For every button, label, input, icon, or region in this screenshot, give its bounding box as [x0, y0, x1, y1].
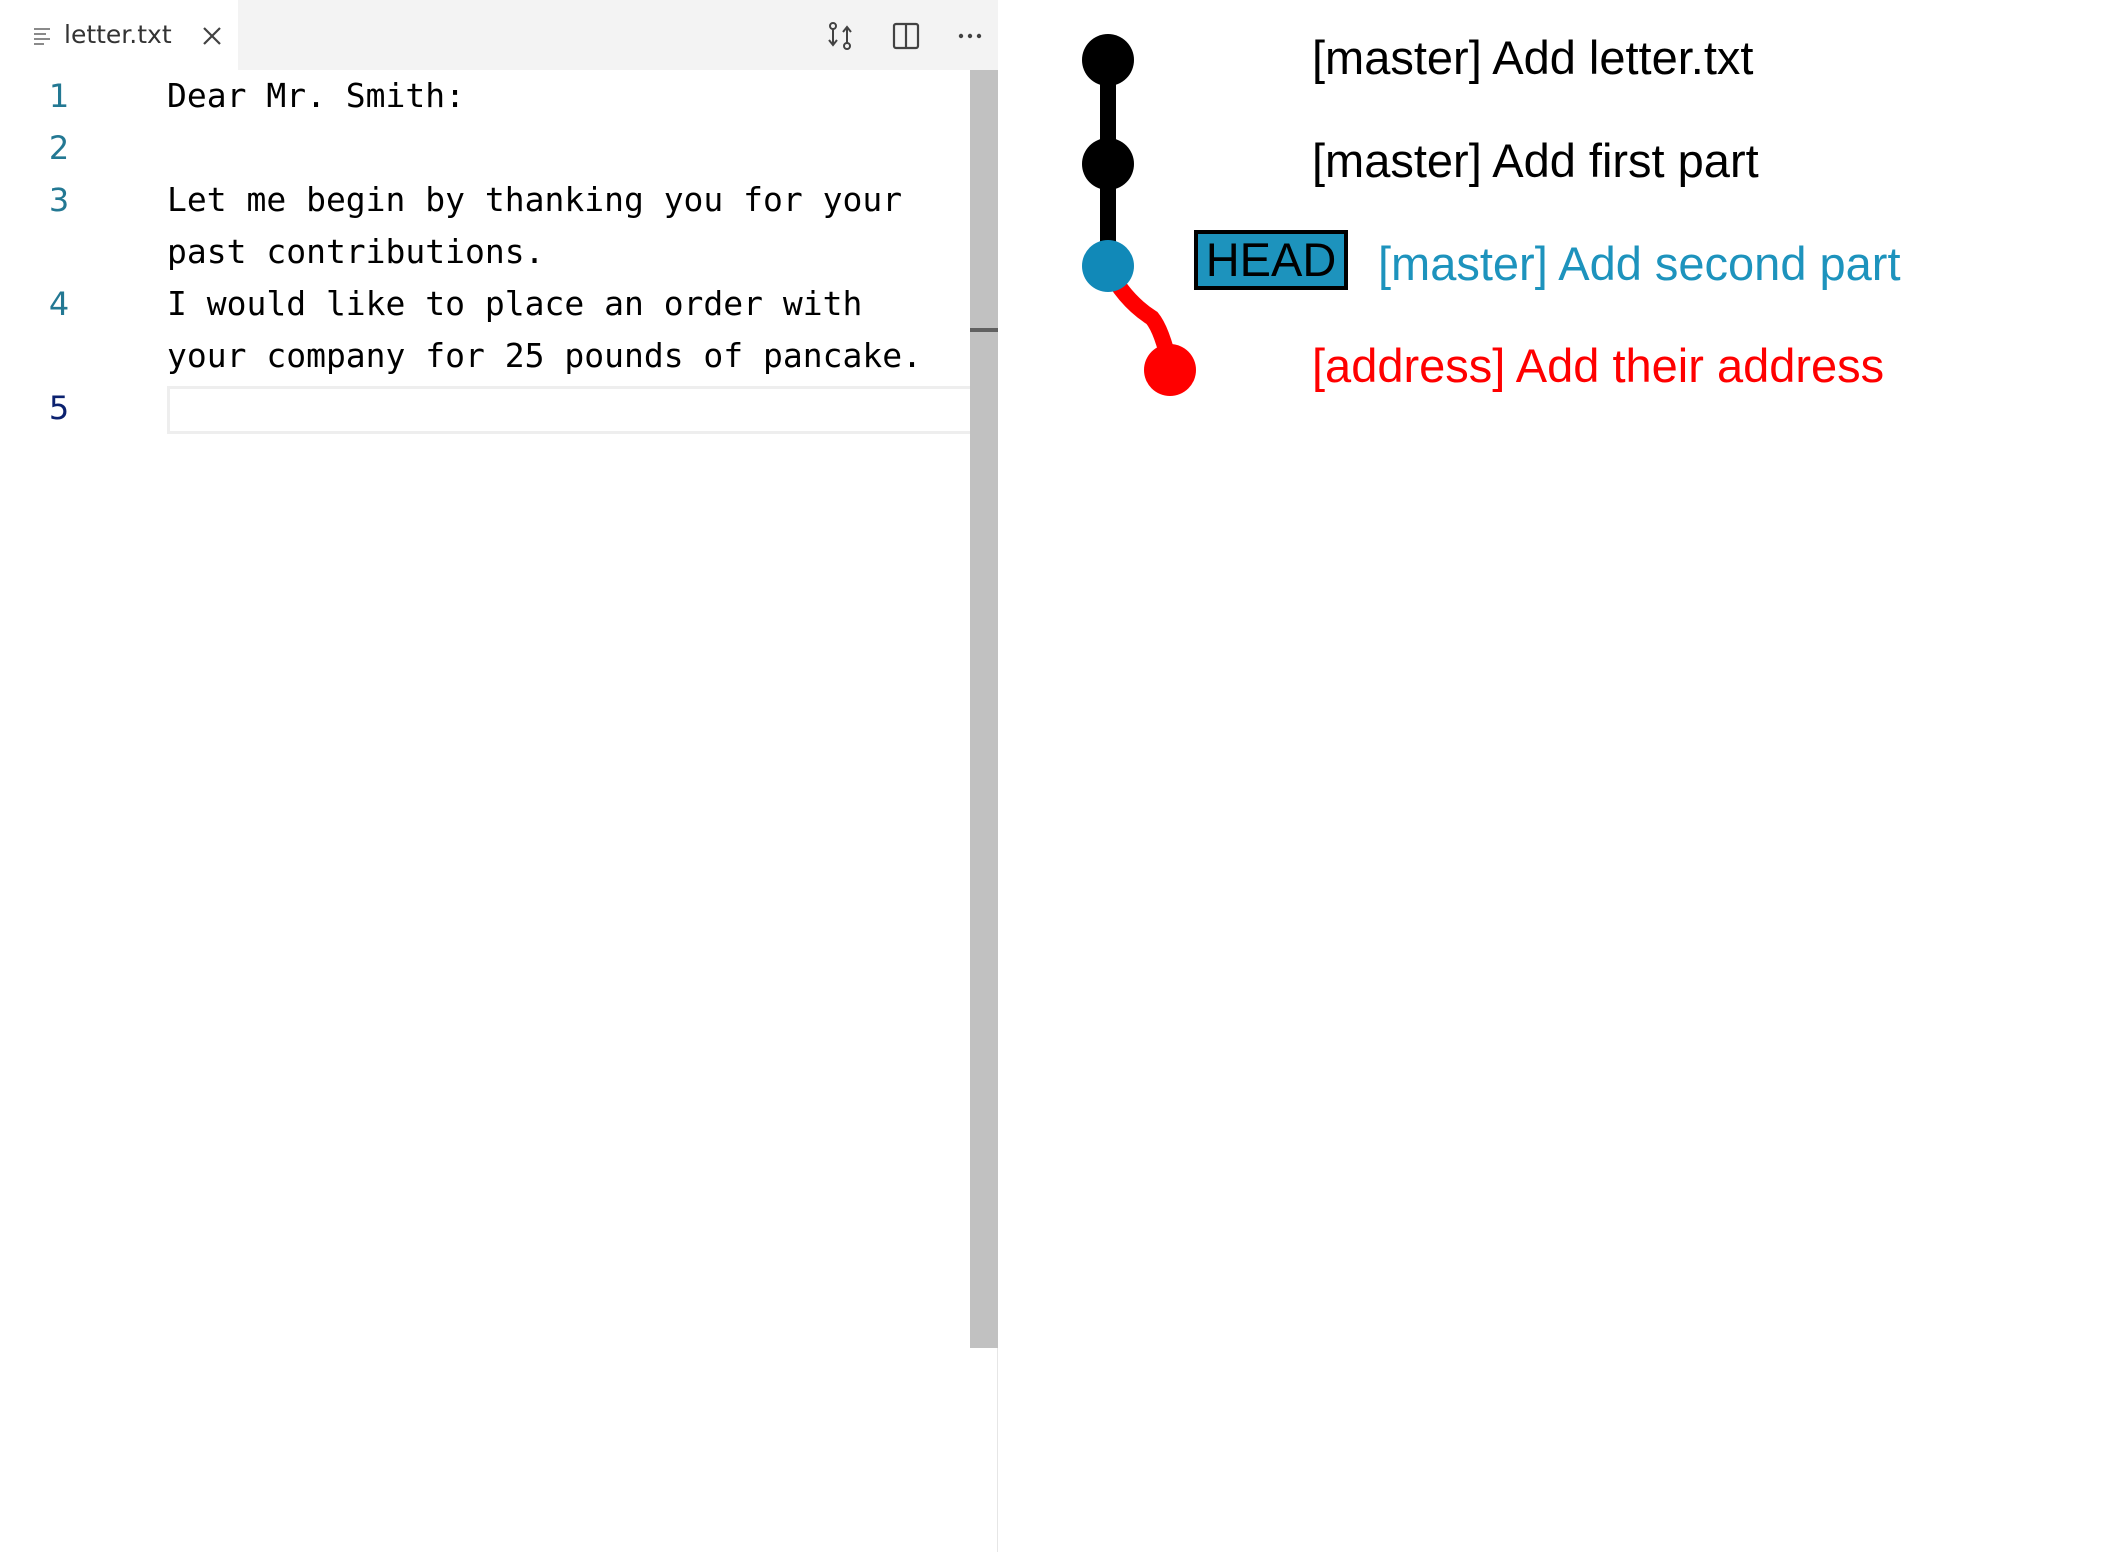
commit-dot-3-head: [1082, 240, 1134, 292]
head-badge: HEAD: [1194, 230, 1348, 290]
git-graph: [master] Add letter.txt [master] Add fir…: [1040, 0, 2112, 420]
line-number: 3: [48, 181, 70, 219]
more-actions-icon[interactable]: [954, 20, 986, 52]
line-number: 2: [48, 129, 70, 167]
text-editor: letter.txt 1 Dear Mr. Smith: 2 3 Let me …: [0, 0, 998, 1552]
line-number-active: 5: [48, 389, 70, 427]
commit-dot-1: [1082, 34, 1134, 86]
editor-tab-letter[interactable]: letter.txt: [0, 0, 238, 70]
commit-label-2: [master] Add first part: [1312, 134, 1759, 187]
line-text: Dear Mr. Smith:: [167, 76, 466, 115]
page: letter.txt 1 Dear Mr. Smith: 2 3 Let me …: [0, 0, 2112, 1552]
line-text: Let me begin by thanking you for your: [167, 180, 903, 219]
line-text-wrapped: your company for 25 pounds of pancake.: [167, 336, 922, 375]
line-number: 4: [48, 285, 70, 323]
code-line-1[interactable]: 1 Dear Mr. Smith:: [0, 70, 970, 122]
code-line-3-wrap[interactable]: past contributions.: [0, 226, 970, 278]
file-lines-icon: [34, 28, 50, 45]
code-line-4[interactable]: 4 I would like to place an order with: [0, 278, 970, 330]
line-text: I would like to place an order with: [167, 284, 863, 323]
code-line-3[interactable]: 3 Let me begin by thanking you for your: [0, 174, 970, 226]
code-line-2[interactable]: 2: [0, 122, 970, 174]
commit-dot-2: [1082, 138, 1134, 190]
split-editor-icon[interactable]: [890, 20, 922, 52]
code-line-4-wrap[interactable]: your company for 25 pounds of pancake.: [0, 330, 970, 382]
editor-tab-bar: letter.txt: [0, 0, 998, 70]
code-area[interactable]: 1 Dear Mr. Smith: 2 3 Let me begin by th…: [0, 70, 997, 1552]
commit-dot-4-address: [1144, 344, 1196, 396]
scrollbar-cursor-marker: [970, 328, 998, 332]
commit-label-3-head: [master] Add second part: [1378, 237, 1901, 290]
compare-changes-icon[interactable]: [824, 20, 856, 52]
line-text-wrapped: past contributions.: [167, 232, 545, 271]
close-icon[interactable]: [198, 22, 226, 50]
code-line-5[interactable]: 5: [0, 382, 970, 434]
tab-filename: letter.txt: [64, 20, 172, 49]
commit-label-1: [master] Add letter.txt: [1312, 31, 1754, 84]
vertical-scrollbar[interactable]: [970, 70, 998, 1348]
commit-label-4-address: [address] Add their address: [1312, 339, 1885, 392]
line-number: 1: [48, 77, 70, 115]
